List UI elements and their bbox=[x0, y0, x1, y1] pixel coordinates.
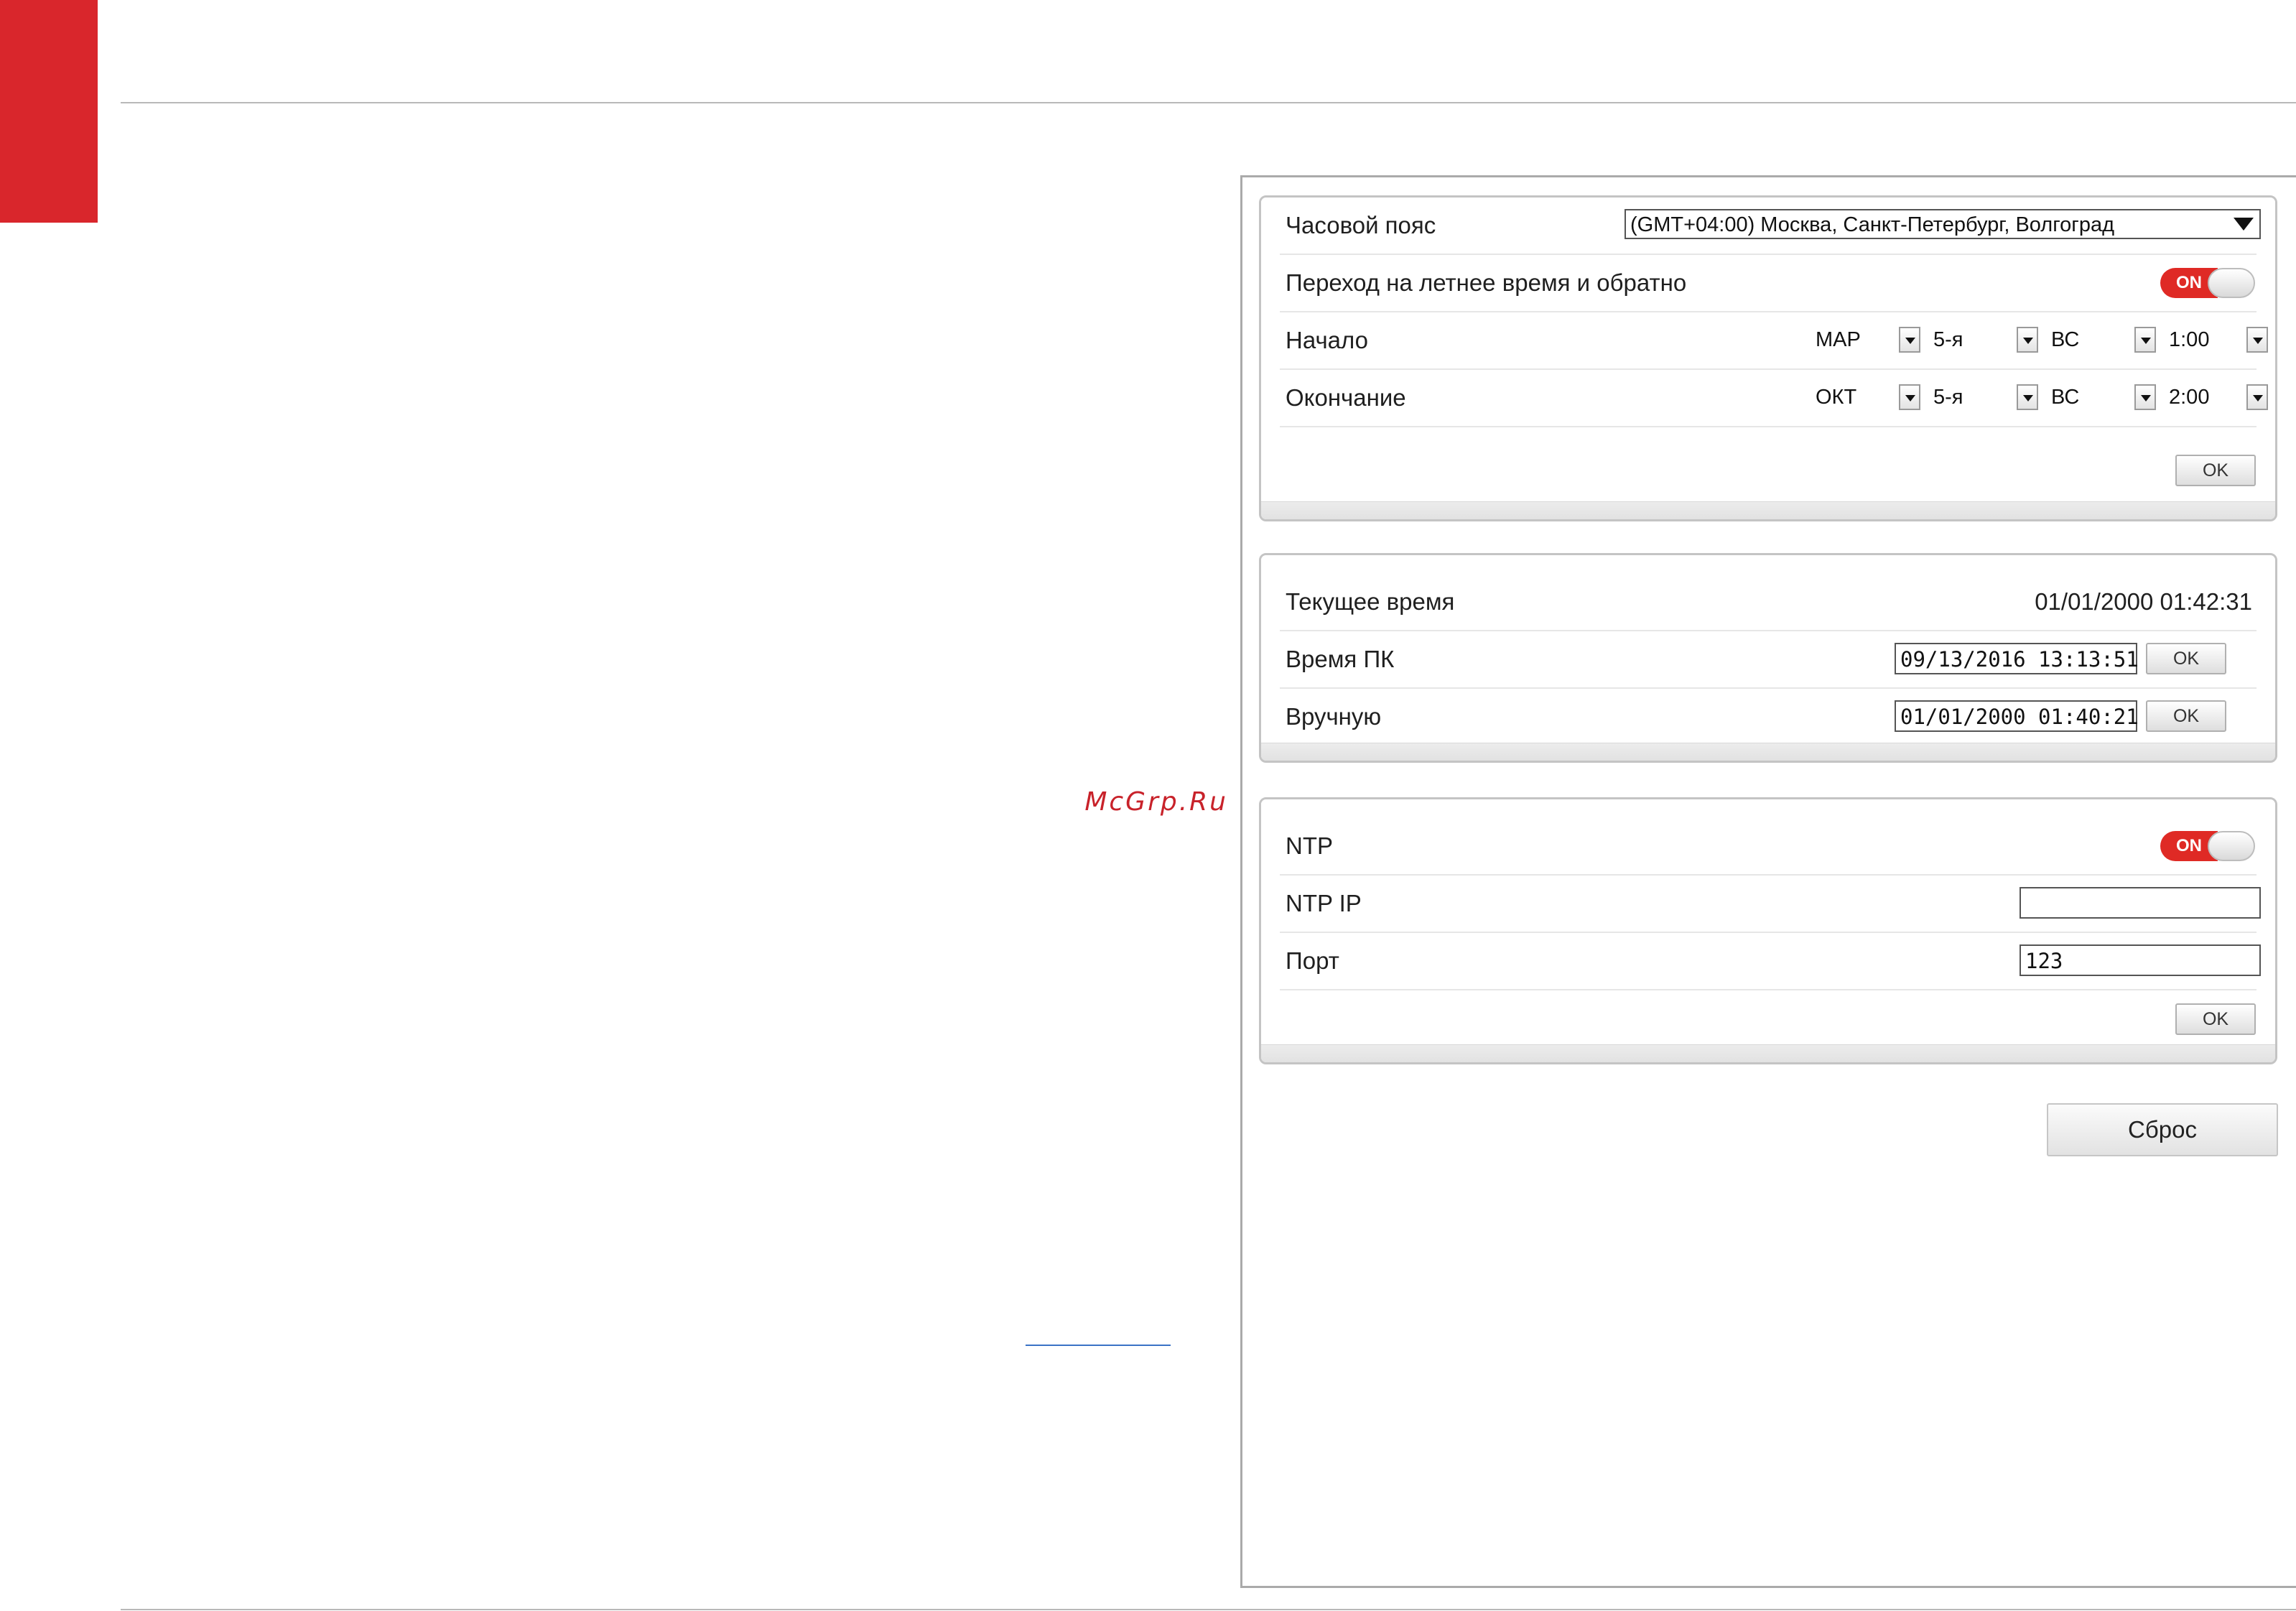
timezone-value: (GMT+04:00) Москва, Санкт-Петербург, Вол… bbox=[1630, 213, 2115, 236]
panel-footer bbox=[1261, 501, 2275, 519]
dropdown-arrow-icon[interactable] bbox=[1899, 327, 1920, 353]
dst-toggle[interactable]: ON bbox=[2160, 268, 2255, 298]
pc-time-ok-button[interactable]: OK bbox=[2146, 643, 2226, 674]
panel-footer bbox=[1261, 1044, 2275, 1062]
ntp-ip-row: NTP IP bbox=[1280, 876, 2261, 933]
manual-time-row: Вручную 01/01/2000 01:40:21 OK bbox=[1280, 689, 2257, 745]
ntp-ip-label: NTP IP bbox=[1286, 890, 1362, 916]
dst-end-row: Окончание ОКТ 5-я ВС 2:00 bbox=[1280, 370, 2268, 427]
dropdown-arrow-icon[interactable] bbox=[2134, 327, 2156, 353]
end-time-select[interactable]: 2:00 bbox=[2169, 383, 2268, 413]
ntp-ok-button[interactable]: OK bbox=[2175, 1003, 2256, 1035]
end-day-select[interactable]: ВС bbox=[2051, 383, 2156, 413]
port-row: Порт 123 bbox=[1280, 933, 2261, 990]
watermark: McGrp.Ru bbox=[1084, 787, 1228, 817]
end-week-select[interactable]: 5-я bbox=[1933, 383, 2038, 413]
ntp-label: NTP bbox=[1286, 832, 1333, 859]
manual-time-field[interactable]: 01/01/2000 01:40:21 bbox=[1895, 700, 2139, 732]
end-month-value: ОКТ bbox=[1816, 386, 1857, 409]
dst-end-label: Окончание bbox=[1286, 384, 1406, 411]
manual-time-ok-button[interactable]: OK bbox=[2146, 700, 2226, 732]
end-time-value: 2:00 bbox=[2169, 386, 2210, 409]
reset-button[interactable]: Сброс bbox=[2047, 1103, 2278, 1156]
ntp-panel: NTP ON NTP IP Порт 123 OK bbox=[1259, 797, 2277, 1064]
dst-label: Переход на летнее время и обратно bbox=[1286, 269, 1687, 296]
footer-divider bbox=[121, 1609, 2296, 1610]
end-week-value: 5-я bbox=[1933, 386, 1963, 409]
corner-brand-block bbox=[0, 0, 98, 223]
dropdown-arrow-icon[interactable] bbox=[1899, 384, 1920, 410]
current-time-value: 01/01/2000 01:42:31 bbox=[2035, 588, 2252, 615]
dropdown-arrow-icon[interactable] bbox=[2246, 384, 2268, 410]
dropdown-arrow-icon[interactable] bbox=[2017, 327, 2038, 353]
pc-time-label: Время ПК bbox=[1286, 646, 1395, 672]
pc-time-field[interactable]: 09/13/2016 13:13:51 bbox=[1895, 643, 2139, 674]
current-time-label: Текущее время bbox=[1286, 588, 1455, 615]
timezone-panel: Часовой пояс (GMT+04:00) Москва, Санкт-П… bbox=[1259, 195, 2277, 521]
header-divider bbox=[121, 102, 2296, 103]
chevron-down-icon bbox=[2234, 218, 2254, 231]
start-week-value: 5-я bbox=[1933, 328, 1963, 351]
end-day-value: ВС bbox=[2051, 386, 2080, 409]
port-field[interactable]: 123 bbox=[2020, 944, 2261, 976]
start-day-select[interactable]: ВС bbox=[2051, 325, 2156, 356]
dropdown-arrow-icon[interactable] bbox=[2134, 384, 2156, 410]
start-day-value: ВС bbox=[2051, 328, 2080, 351]
toggle-knob bbox=[2208, 831, 2255, 861]
timezone-ok-button[interactable]: OK bbox=[2175, 455, 2256, 486]
link-underline bbox=[1026, 1345, 1171, 1346]
dropdown-arrow-icon[interactable] bbox=[2017, 384, 2038, 410]
timezone-select[interactable]: (GMT+04:00) Москва, Санкт-Петербург, Вол… bbox=[1625, 209, 2261, 239]
ntp-toggle[interactable]: ON bbox=[2160, 831, 2255, 861]
dst-row: Переход на летнее время и обратно ON bbox=[1280, 255, 2257, 312]
toggle-knob bbox=[2208, 268, 2255, 298]
current-time-row: Текущее время 01/01/2000 01:42:31 bbox=[1280, 574, 2257, 631]
port-label: Порт bbox=[1286, 947, 1339, 974]
end-month-select[interactable]: ОКТ bbox=[1816, 383, 1920, 413]
start-time-select[interactable]: 1:00 bbox=[2169, 325, 2268, 356]
pc-time-row: Время ПК 09/13/2016 13:13:51 OK bbox=[1280, 631, 2257, 689]
start-month-value: МАР bbox=[1816, 328, 1861, 351]
panel-footer bbox=[1261, 743, 2275, 761]
ntp-ip-field[interactable] bbox=[2020, 887, 2261, 919]
manual-time-label: Вручную bbox=[1286, 703, 1382, 730]
dropdown-arrow-icon[interactable] bbox=[2246, 327, 2268, 353]
start-month-select[interactable]: МАР bbox=[1816, 325, 1920, 356]
start-week-select[interactable]: 5-я bbox=[1933, 325, 2038, 356]
timezone-label: Часовой пояс bbox=[1286, 212, 1436, 238]
timezone-row: Часовой пояс (GMT+04:00) Москва, Санкт-П… bbox=[1280, 198, 2261, 255]
dst-start-row: Начало МАР 5-я ВС 1:00 bbox=[1280, 312, 2268, 370]
start-time-value: 1:00 bbox=[2169, 328, 2210, 351]
ntp-row: NTP ON bbox=[1280, 818, 2257, 876]
dst-start-label: Начало bbox=[1286, 327, 1368, 353]
time-panel: Текущее время 01/01/2000 01:42:31 Время … bbox=[1259, 553, 2277, 763]
